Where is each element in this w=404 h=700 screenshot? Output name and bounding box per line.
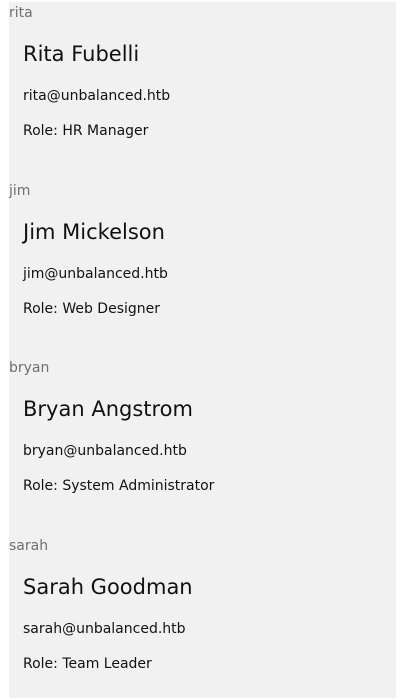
employee-username: rita: [9, 5, 33, 21]
employee-email: sarah@unbalanced.htb: [23, 621, 186, 637]
employee-username: sarah: [9, 538, 49, 554]
employee-full-name: Rita Fubelli: [23, 42, 140, 66]
employee-username: bryan: [9, 360, 50, 376]
employee-email: jim@unbalanced.htb: [23, 266, 168, 282]
employee-role: Role: Team Leader: [23, 656, 152, 672]
employee-full-name: Bryan Angstrom: [23, 397, 193, 421]
employee-role: Role: HR Manager: [23, 123, 149, 139]
employee-full-name: Jim Mickelson: [23, 220, 165, 244]
employee-role: Role: System Administrator: [23, 478, 215, 494]
employee-full-name: Sarah Goodman: [23, 575, 193, 599]
employee-username: jim: [9, 183, 31, 199]
employee-page: rita Rita Fubelli rita@unbalanced.htb Ro…: [0, 0, 404, 700]
employee-email: bryan@unbalanced.htb: [23, 443, 187, 459]
employee-email: rita@unbalanced.htb: [23, 88, 171, 104]
employee-role: Role: Web Designer: [23, 301, 161, 317]
